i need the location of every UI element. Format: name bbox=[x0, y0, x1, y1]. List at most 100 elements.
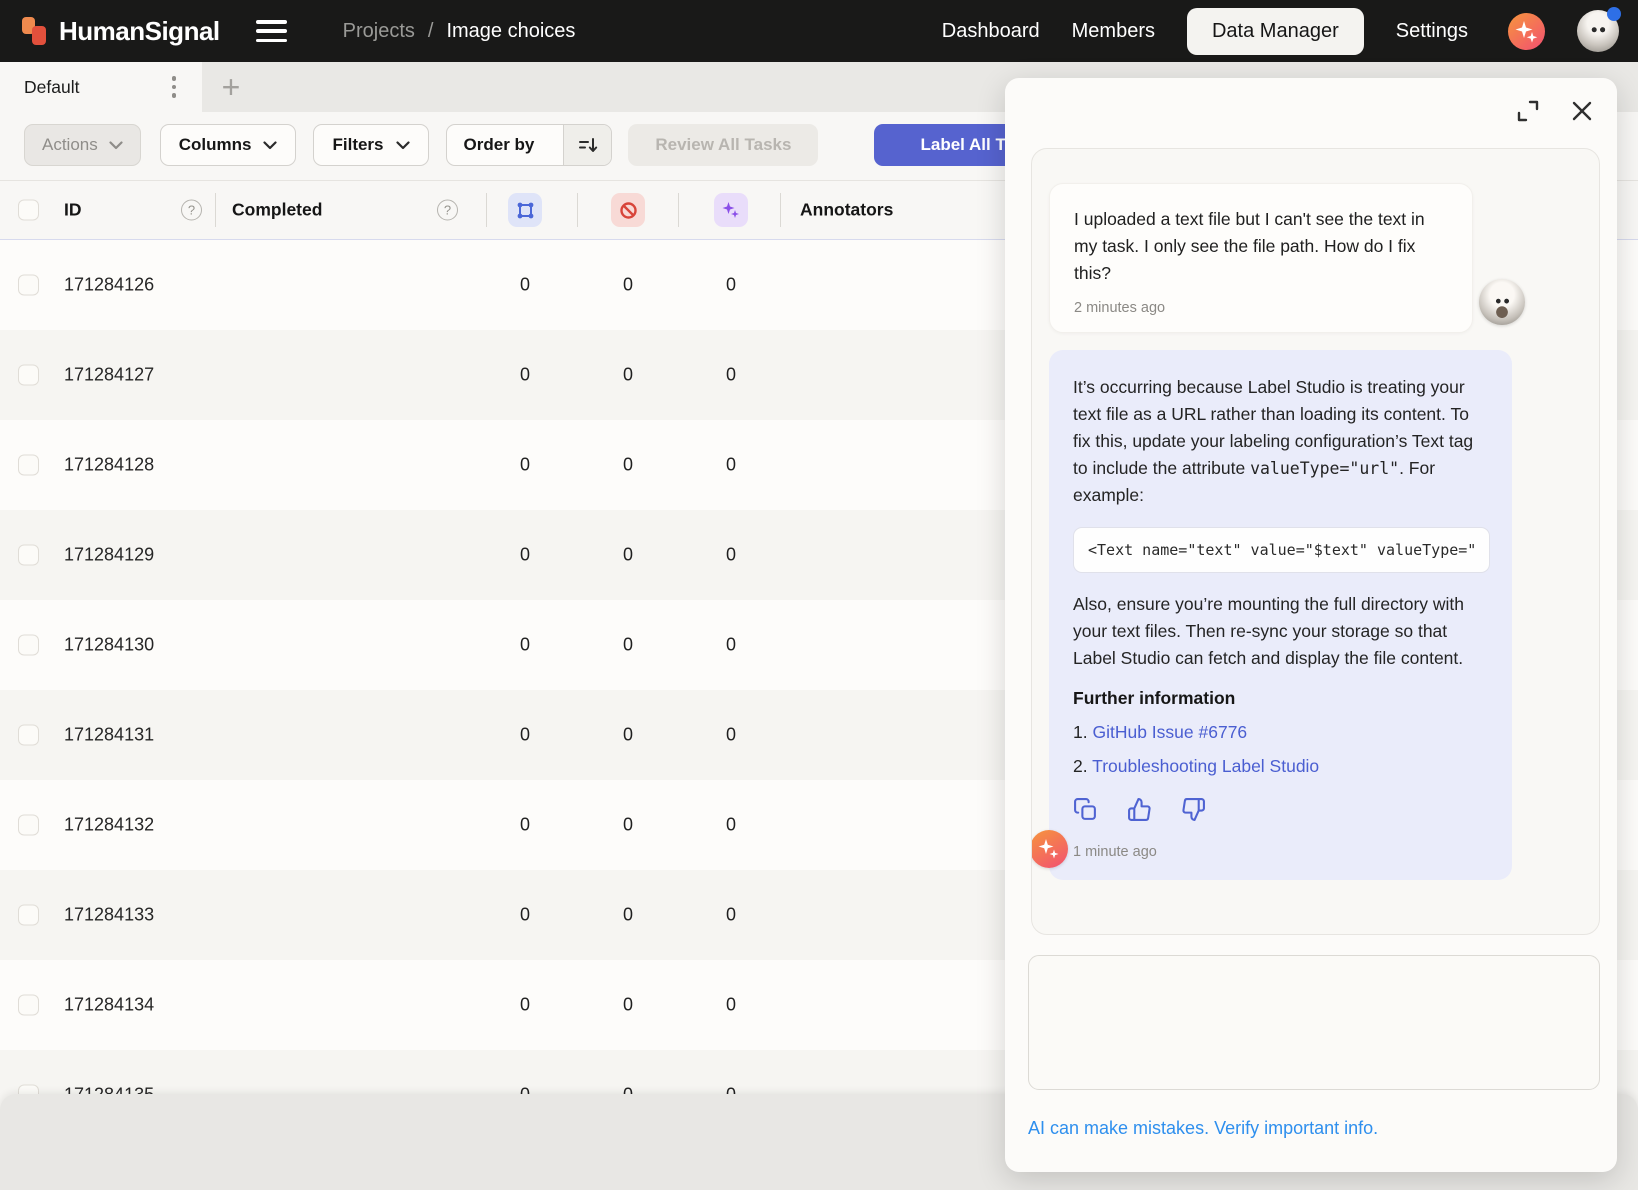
task-id: 171284134 bbox=[64, 995, 154, 1016]
row-checkbox[interactable] bbox=[18, 635, 39, 656]
reference-number: 2. bbox=[1073, 756, 1088, 776]
predictions-count: 0 bbox=[711, 905, 751, 926]
task-id: 171284127 bbox=[64, 365, 154, 386]
row-checkbox[interactable] bbox=[18, 995, 39, 1016]
column-header-annotators[interactable]: Annotators bbox=[800, 200, 893, 221]
annotations-count: 0 bbox=[505, 275, 545, 296]
troubleshooting-link[interactable]: Troubleshooting Label Studio bbox=[1092, 756, 1319, 776]
add-view-tab-button[interactable]: + bbox=[202, 62, 260, 112]
humansignal-logo[interactable]: HumanSignal bbox=[22, 14, 220, 48]
select-all-checkbox[interactable] bbox=[18, 200, 39, 221]
row-checkbox[interactable] bbox=[18, 815, 39, 836]
order-by-button[interactable]: Order by bbox=[446, 124, 613, 166]
assistant-message-actions bbox=[1073, 797, 1490, 822]
review-all-tasks-label: Review All Tasks bbox=[655, 135, 791, 155]
row-checkbox[interactable] bbox=[18, 545, 39, 566]
cancelled-count: 0 bbox=[608, 545, 648, 566]
tab-default-label: Default bbox=[24, 77, 79, 98]
columns-label: Columns bbox=[179, 135, 252, 155]
annotations-count: 0 bbox=[505, 545, 545, 566]
reference-item-1: 1. GitHub Issue #6776 bbox=[1073, 722, 1490, 743]
github-issue-link[interactable]: GitHub Issue #6776 bbox=[1092, 722, 1247, 742]
column-header-predictions[interactable] bbox=[714, 193, 748, 227]
breadcrumb-projects[interactable]: Projects bbox=[343, 20, 415, 43]
row-checkbox[interactable] bbox=[18, 455, 39, 476]
annotations-count: 0 bbox=[505, 455, 545, 476]
column-header-id[interactable]: ID bbox=[64, 200, 82, 221]
row-checkbox[interactable] bbox=[18, 725, 39, 746]
cancelled-count: 0 bbox=[608, 905, 648, 926]
annotations-count: 0 bbox=[505, 815, 545, 836]
column-divider bbox=[780, 193, 781, 227]
copy-icon[interactable] bbox=[1073, 797, 1098, 822]
annotations-count: 0 bbox=[505, 365, 545, 386]
assistant-avatar bbox=[1031, 830, 1068, 868]
ai-assistant-sparkles-button[interactable] bbox=[1508, 13, 1545, 50]
cancelled-count: 0 bbox=[608, 365, 648, 386]
cancelled-count: 0 bbox=[608, 455, 648, 476]
chat-panel-header bbox=[1515, 98, 1595, 124]
columns-dropdown[interactable]: Columns bbox=[160, 124, 297, 166]
thumbs-down-icon[interactable] bbox=[1181, 797, 1206, 822]
tab-options-kebab-icon[interactable] bbox=[166, 70, 183, 104]
reference-number: 1. bbox=[1073, 722, 1088, 742]
hamburger-menu-icon[interactable] bbox=[256, 20, 287, 42]
cancelled-icon bbox=[619, 201, 638, 220]
id-help-icon[interactable]: ? bbox=[181, 200, 202, 221]
annotations-count: 0 bbox=[505, 725, 545, 746]
top-navbar: HumanSignal Projects / Image choices Das… bbox=[0, 0, 1638, 62]
tab-default[interactable]: Default bbox=[0, 62, 202, 112]
chevron-down-icon bbox=[109, 141, 123, 150]
column-divider bbox=[577, 193, 578, 227]
assistant-intro-paragraph: It’s occurring because Label Studio is t… bbox=[1073, 374, 1490, 509]
predictions-count: 0 bbox=[711, 275, 751, 296]
completed-help-icon[interactable]: ? bbox=[437, 200, 458, 221]
column-divider bbox=[215, 193, 216, 227]
assistant-message-bubble: It’s occurring because Label Studio is t… bbox=[1049, 350, 1512, 880]
expand-icon[interactable] bbox=[1515, 98, 1541, 124]
chat-message-input[interactable] bbox=[1028, 955, 1600, 1090]
cancelled-count: 0 bbox=[608, 275, 648, 296]
assistant-message-timestamp: 1 minute ago bbox=[1073, 844, 1490, 860]
thumbs-up-icon[interactable] bbox=[1127, 797, 1152, 822]
breadcrumb: Projects / Image choices bbox=[343, 20, 576, 43]
user-message-row: I uploaded a text file but I can't see t… bbox=[1049, 183, 1473, 333]
sparkles-icon bbox=[1508, 13, 1545, 50]
row-checkbox[interactable] bbox=[18, 365, 39, 386]
navbar-right: Dashboard Members Data Manager Settings bbox=[942, 8, 1619, 55]
row-checkbox[interactable] bbox=[18, 275, 39, 296]
predictions-count: 0 bbox=[711, 995, 751, 1016]
annotations-count: 0 bbox=[505, 995, 545, 1016]
nav-link-members[interactable]: Members bbox=[1072, 20, 1155, 43]
assistant-message-row: It’s occurring because Label Studio is t… bbox=[1049, 350, 1512, 880]
toolbar: Actions Columns Filters Order by Review bbox=[24, 124, 1088, 166]
nav-link-data-manager-active[interactable]: Data Manager bbox=[1187, 8, 1364, 55]
row-checkbox[interactable] bbox=[18, 905, 39, 926]
task-id: 171284126 bbox=[64, 275, 154, 296]
actions-dropdown[interactable]: Actions bbox=[24, 124, 141, 166]
breadcrumb-current-project: Image choices bbox=[446, 20, 575, 43]
column-header-annotations[interactable] bbox=[508, 193, 542, 227]
user-message-text: I uploaded a text file but I can't see t… bbox=[1074, 206, 1448, 287]
code-block[interactable]: <Text name="text" value="$text" valueTyp… bbox=[1073, 527, 1490, 573]
column-divider bbox=[486, 193, 487, 227]
filters-label: Filters bbox=[332, 135, 383, 155]
review-all-tasks-button[interactable]: Review All Tasks bbox=[628, 124, 818, 166]
bounding-box-icon bbox=[516, 201, 535, 220]
task-id: 171284133 bbox=[64, 905, 154, 926]
predictions-count: 0 bbox=[711, 365, 751, 386]
user-chat-avatar bbox=[1479, 279, 1525, 325]
column-header-completed[interactable]: Completed bbox=[232, 200, 322, 221]
column-header-cancelled[interactable] bbox=[611, 193, 645, 227]
chevron-down-icon bbox=[396, 141, 410, 150]
filters-dropdown[interactable]: Filters bbox=[313, 124, 428, 166]
nav-link-settings[interactable]: Settings bbox=[1396, 20, 1468, 43]
chevron-down-icon bbox=[263, 141, 277, 150]
user-avatar[interactable] bbox=[1577, 10, 1619, 52]
further-information-heading: Further information bbox=[1073, 688, 1490, 709]
nav-link-dashboard[interactable]: Dashboard bbox=[942, 20, 1040, 43]
task-id: 171284129 bbox=[64, 545, 154, 566]
ai-disclaimer-link[interactable]: AI can make mistakes. Verify important i… bbox=[1028, 1118, 1378, 1139]
sort-direction-button[interactable] bbox=[563, 124, 611, 166]
close-icon[interactable] bbox=[1569, 98, 1595, 124]
